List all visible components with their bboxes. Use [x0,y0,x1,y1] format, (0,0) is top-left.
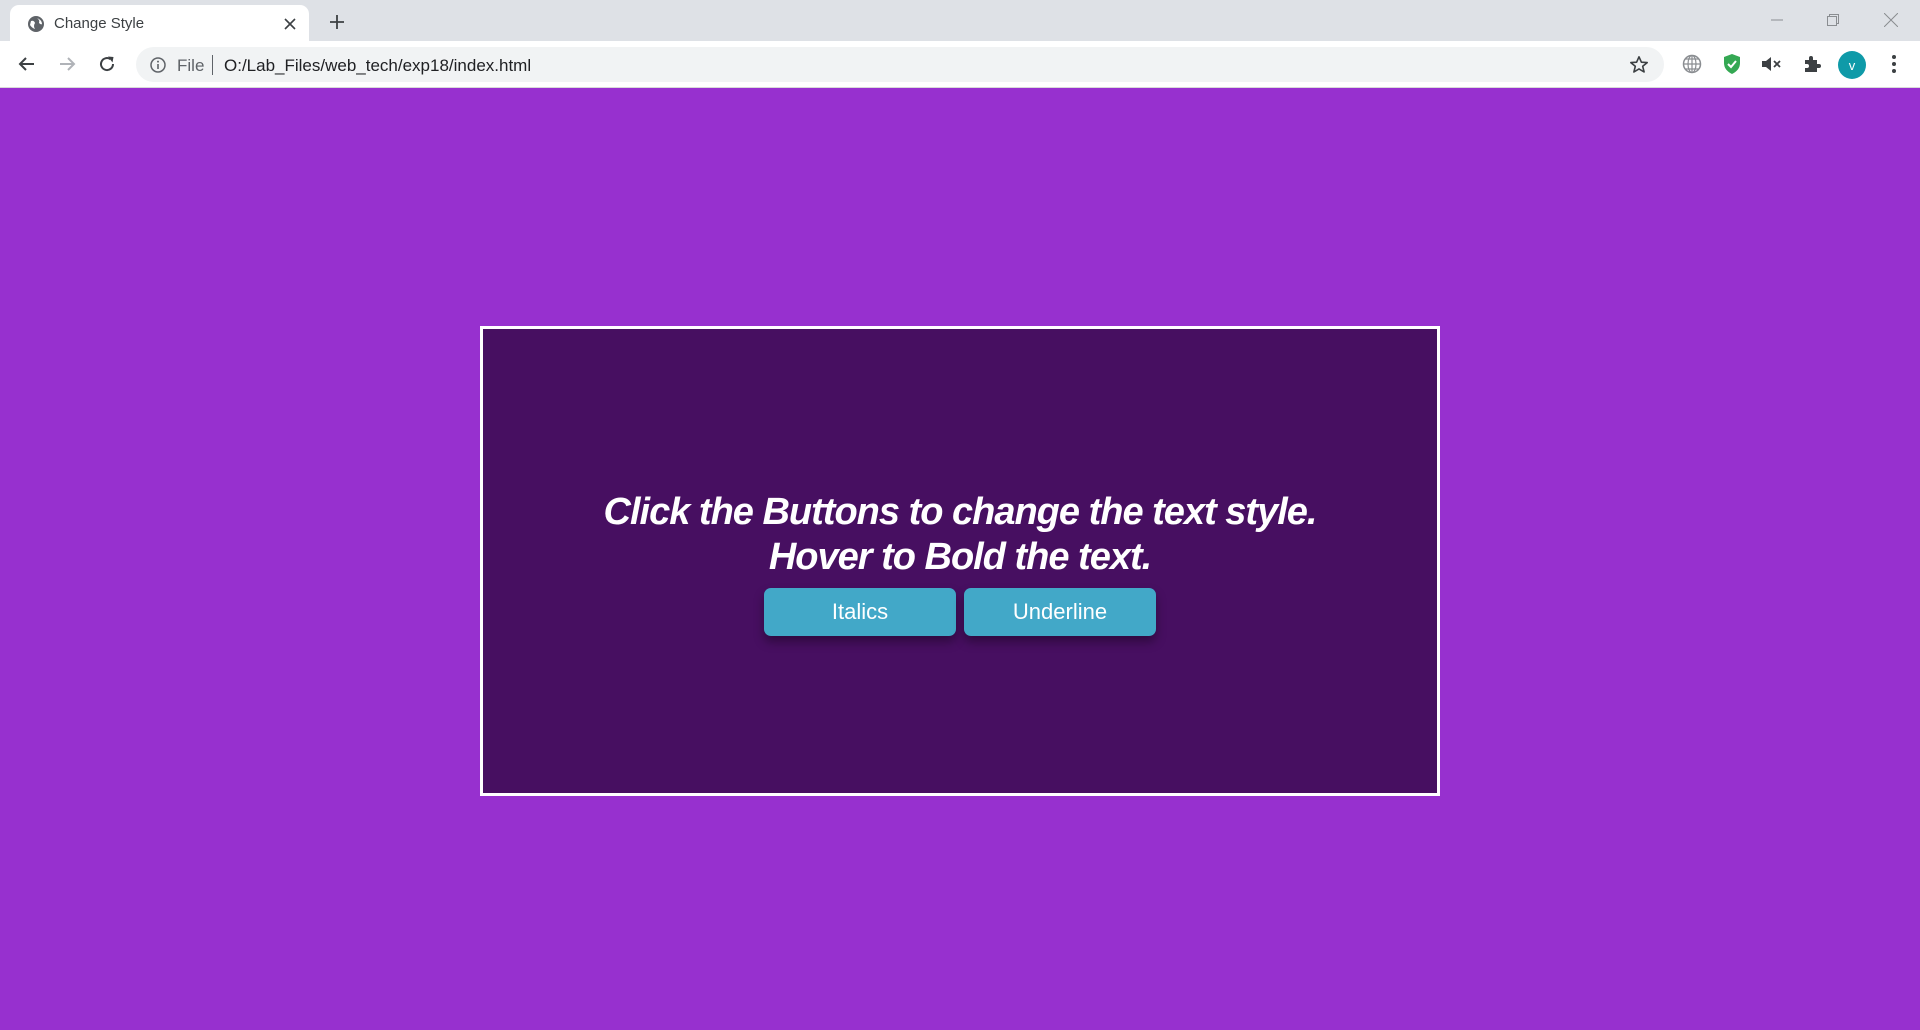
profile-avatar[interactable]: v [1838,51,1866,79]
minimize-icon [1771,19,1783,21]
reload-icon [100,56,115,72]
tab-strip: Change Style [0,0,1920,41]
underline-button[interactable]: Underline [964,588,1156,636]
restore-button[interactable] [1805,0,1861,40]
info-icon[interactable] [148,55,167,74]
browser-toolbar: File O:/Lab_Files/web_tech/exp18/index.h… [0,41,1920,88]
url-scheme-label: File [177,56,205,75]
forward-button[interactable] [52,49,82,79]
tab-title: Change Style [54,15,145,32]
window-close-button[interactable] [1863,0,1919,40]
italics-button[interactable]: Italics [764,588,956,636]
plus-icon [330,15,344,29]
url-text[interactable]: O:/Lab_Files/web_tech/exp18/index.html [224,56,531,76]
reload-button[interactable] [92,49,122,79]
page-viewport: Click the Buttons to change the text sty… [0,89,1920,1030]
close-icon [1884,13,1898,27]
kebab-menu-icon[interactable] [1880,50,1908,78]
restore-icon [1827,14,1839,26]
address-bar[interactable]: File O:/Lab_Files/web_tech/exp18/index.h… [136,47,1664,82]
minimize-button[interactable] [1749,0,1805,40]
close-icon[interactable] [280,14,300,34]
shield-extension-icon[interactable] [1718,50,1746,78]
style-button-row: Italics Underline [764,588,1156,636]
puzzle-icon[interactable] [1798,50,1826,78]
headline-line-1: Click the Buttons to change the text sty… [603,491,1318,533]
headline-line-2: Hover to Bold the text. [768,536,1152,578]
new-tab-button[interactable] [324,9,350,35]
content-card: Click the Buttons to change the text sty… [480,326,1440,796]
headline-text[interactable]: Click the Buttons to change the text sty… [603,490,1318,580]
globe-extension-icon[interactable] [1678,50,1706,78]
url-separator [212,55,213,75]
arrow-right-icon [60,57,76,71]
mute-icon[interactable] [1758,50,1786,78]
browser-tab[interactable]: Change Style [10,5,309,41]
arrow-left-icon [18,57,34,71]
star-icon[interactable] [1628,54,1650,76]
back-button[interactable] [12,49,42,79]
globe-icon [26,14,45,33]
